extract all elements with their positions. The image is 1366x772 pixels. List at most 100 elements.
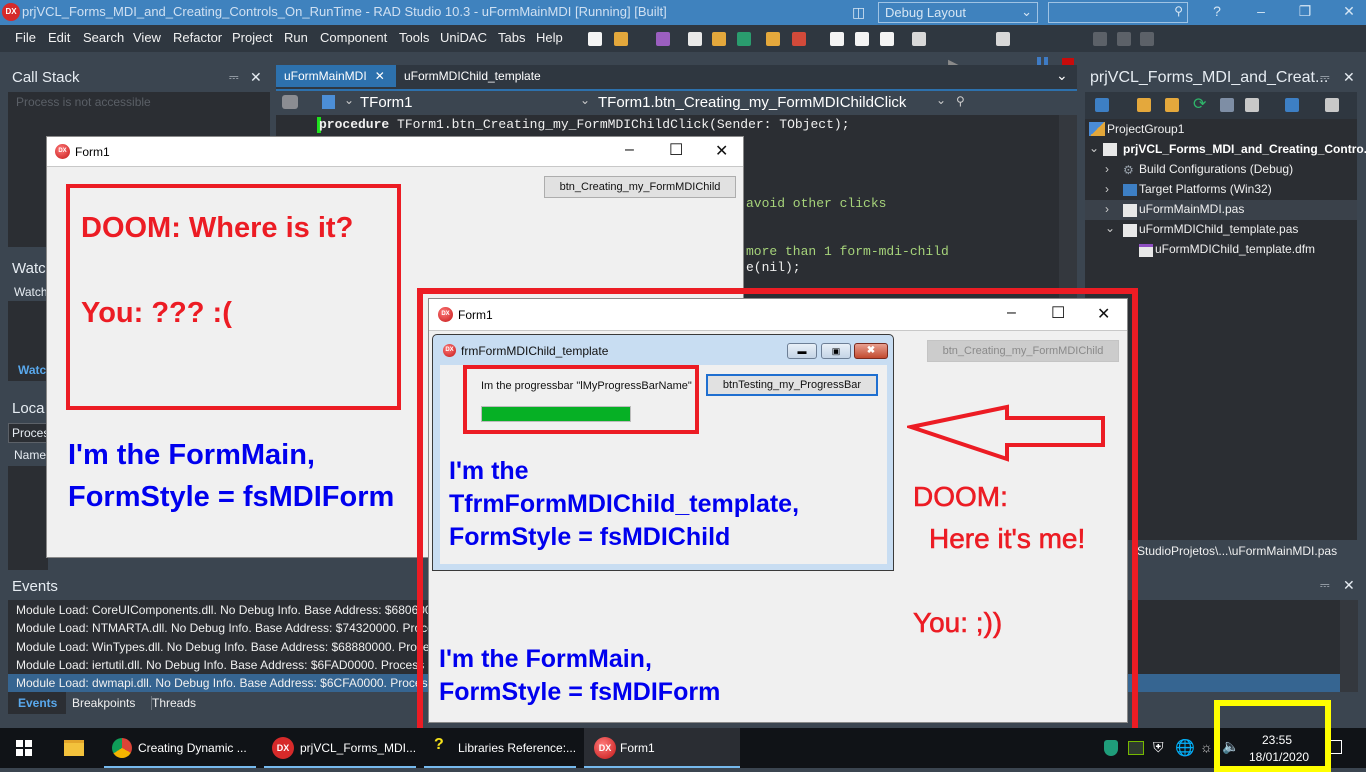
configurations-icon[interactable] bbox=[1325, 98, 1339, 112]
tree-item-uformmdichild-pas[interactable]: uFormMDIChild_template.pas bbox=[1139, 222, 1298, 236]
menu-search[interactable]: Search bbox=[83, 30, 124, 45]
close-panel-icon[interactable]: ✕ bbox=[1343, 577, 1355, 594]
chevron-right-icon[interactable]: › bbox=[1105, 182, 1109, 196]
chevron-down-icon[interactable]: ⌄ bbox=[936, 93, 946, 107]
trace-into-icon[interactable] bbox=[1117, 32, 1131, 46]
menu-project[interactable]: Project bbox=[232, 30, 272, 45]
class-selector[interactable]: TForm1 bbox=[360, 94, 413, 111]
tab-threads[interactable]: Threads bbox=[151, 696, 196, 710]
restore-button[interactable]: ❐ bbox=[1290, 3, 1320, 20]
nvidia-icon[interactable] bbox=[1128, 741, 1144, 755]
taskbar-item-help[interactable]: ? Libraries Reference:... bbox=[424, 728, 576, 768]
tab-events[interactable]: Events bbox=[8, 692, 66, 714]
tab-uformmainmdi[interactable]: uFormMainMDI ✕ bbox=[276, 65, 396, 87]
menu-file[interactable]: File bbox=[15, 30, 36, 45]
reopen-icon[interactable] bbox=[737, 32, 751, 46]
tabs-dropdown-icon[interactable]: ⌄ bbox=[1056, 67, 1068, 84]
help-button[interactable]: ? bbox=[1202, 3, 1232, 19]
new-form-icon[interactable] bbox=[912, 32, 926, 46]
menu-edit[interactable]: Edit bbox=[48, 30, 70, 45]
maximize-button[interactable]: ☐ bbox=[1051, 303, 1065, 323]
tree-item-uformmdichild-dfm[interactable]: uFormMDIChild_template.dfm bbox=[1155, 242, 1315, 256]
ide-search-input[interactable]: ⚲ bbox=[1048, 2, 1188, 23]
menu-run[interactable]: Run bbox=[284, 30, 308, 45]
taskbar-item-form1[interactable]: DX Form1 bbox=[584, 728, 740, 768]
btn-testing-my-progressbar[interactable]: btnTesting_my_ProgressBar bbox=[706, 374, 878, 396]
editor-scrollbar[interactable] bbox=[1059, 115, 1077, 305]
taskbar-item-rad-studio[interactable]: DX prjVCL_Forms_MDI... bbox=[264, 728, 416, 768]
windows-start-icon[interactable] bbox=[16, 740, 32, 756]
add-folder-icon[interactable] bbox=[1137, 98, 1151, 112]
run-without-debug-icon[interactable] bbox=[996, 32, 1010, 46]
close-button[interactable]: ✕ bbox=[1097, 304, 1110, 324]
chevron-down-icon[interactable]: ⌄ bbox=[344, 93, 354, 107]
chevron-down-icon[interactable]: ⌄ bbox=[1089, 141, 1099, 155]
step-over-icon[interactable] bbox=[1093, 32, 1107, 46]
event-row[interactable]: Module Load: dwmapi.dll. No Debug Info. … bbox=[16, 676, 444, 690]
layout-select[interactable]: Debug Layout ⌄ bbox=[878, 2, 1038, 23]
open-icon[interactable] bbox=[614, 32, 628, 46]
close-button[interactable]: ✕ bbox=[715, 141, 728, 161]
taskbar-item-chrome[interactable]: Creating Dynamic ... bbox=[104, 728, 256, 768]
pin-icon[interactable]: ⎓ bbox=[1320, 70, 1330, 85]
btn-creating-my-formmdichild[interactable]: btn_Creating_my_FormMDIChild bbox=[544, 176, 736, 198]
mdi-minimize-button[interactable]: ▬ bbox=[787, 343, 817, 359]
sync-icon[interactable]: ⟳ bbox=[1193, 94, 1206, 114]
new-item-icon[interactable] bbox=[1095, 98, 1109, 112]
menu-tools[interactable]: Tools bbox=[399, 30, 429, 45]
close-button[interactable]: ✕ bbox=[1334, 3, 1364, 20]
events-scrollbar[interactable] bbox=[1340, 600, 1358, 692]
close-tab-icon[interactable]: ✕ bbox=[375, 69, 385, 83]
event-row[interactable]: Module Load: CoreUIComponents.dll. No De… bbox=[16, 603, 448, 617]
mdi-close-button[interactable]: ✖ bbox=[854, 343, 888, 359]
btn-creating-my-formmdichild-disabled[interactable]: btn_Creating_my_FormMDIChild bbox=[927, 340, 1119, 362]
new-file-icon[interactable] bbox=[588, 32, 602, 46]
view-form-icon[interactable] bbox=[855, 32, 869, 46]
class-icon[interactable] bbox=[322, 95, 335, 109]
tree-item-project[interactable]: prjVCL_Forms_MDI_and_Creating_Contro... bbox=[1123, 142, 1366, 156]
menu-help[interactable]: Help bbox=[536, 30, 563, 45]
structure-icon[interactable] bbox=[282, 95, 298, 109]
add-to-project-icon[interactable] bbox=[766, 32, 780, 46]
minimize-button[interactable]: – bbox=[625, 141, 634, 159]
layout-icon[interactable]: ◫ bbox=[852, 4, 865, 21]
method-selector[interactable]: TForm1.btn_Creating_my_FormMDIChildClick bbox=[598, 94, 906, 111]
toggle-form-unit-icon[interactable] bbox=[880, 32, 894, 46]
maximize-button[interactable]: ☐ bbox=[669, 140, 683, 160]
compile-icon[interactable] bbox=[1245, 98, 1259, 112]
tree-item-target-platforms[interactable]: Target Platforms (Win32) bbox=[1139, 182, 1272, 196]
file-explorer-icon[interactable] bbox=[64, 740, 84, 756]
open-project-icon[interactable] bbox=[712, 32, 726, 46]
close-panel-icon[interactable]: ✕ bbox=[250, 69, 262, 86]
watch-tab[interactable]: Watc bbox=[18, 363, 46, 377]
pin-icon[interactable]: ⎓ bbox=[1320, 578, 1330, 593]
minimize-button[interactable]: – bbox=[1007, 304, 1016, 322]
menu-refactor[interactable]: Refactor bbox=[173, 30, 222, 45]
save-all-icon[interactable] bbox=[688, 32, 702, 46]
mdi-restore-button[interactable]: ▣ bbox=[821, 343, 851, 359]
menu-component[interactable]: Component bbox=[320, 30, 387, 45]
menu-unidac[interactable]: UniDAC bbox=[440, 30, 487, 45]
event-row[interactable]: Module Load: WinTypes.dll. No Debug Info… bbox=[16, 640, 442, 654]
menu-view[interactable]: View bbox=[133, 30, 161, 45]
close-panel-icon[interactable]: ✕ bbox=[1343, 69, 1355, 86]
chevron-right-icon[interactable]: › bbox=[1105, 162, 1109, 176]
tab-breakpoints[interactable]: Breakpoints bbox=[72, 696, 135, 710]
wifi-icon[interactable]: ☼ bbox=[1200, 739, 1213, 755]
tree-item-build-configurations[interactable]: Build Configurations (Debug) bbox=[1139, 162, 1293, 176]
tree-item-uformmainmdi[interactable]: uFormMainMDI.pas bbox=[1139, 202, 1244, 216]
tab-uformmdichild-template[interactable]: uFormMDIChild_template bbox=[398, 65, 568, 87]
locals-process-select[interactable]: Proces bbox=[8, 423, 49, 443]
chevron-down-icon[interactable]: ⌄ bbox=[1105, 221, 1115, 235]
view-unit-icon[interactable] bbox=[830, 32, 844, 46]
network-icon[interactable]: 🌐 bbox=[1175, 738, 1195, 758]
chevron-right-icon[interactable]: › bbox=[1105, 202, 1109, 216]
search-icon[interactable]: ⚲ bbox=[956, 94, 965, 108]
tree-item-project-group[interactable]: ProjectGroup1 bbox=[1107, 122, 1184, 136]
pin-icon[interactable]: ⎓ bbox=[229, 70, 239, 85]
defender-icon[interactable]: ⛨ bbox=[1153, 739, 1164, 756]
build-icon[interactable] bbox=[1220, 98, 1234, 112]
security-shield-icon[interactable] bbox=[1104, 740, 1118, 756]
event-row[interactable]: Module Load: NTMARTA.dll. No Debug Info.… bbox=[16, 621, 446, 635]
remove-folder-icon[interactable] bbox=[1165, 98, 1179, 112]
